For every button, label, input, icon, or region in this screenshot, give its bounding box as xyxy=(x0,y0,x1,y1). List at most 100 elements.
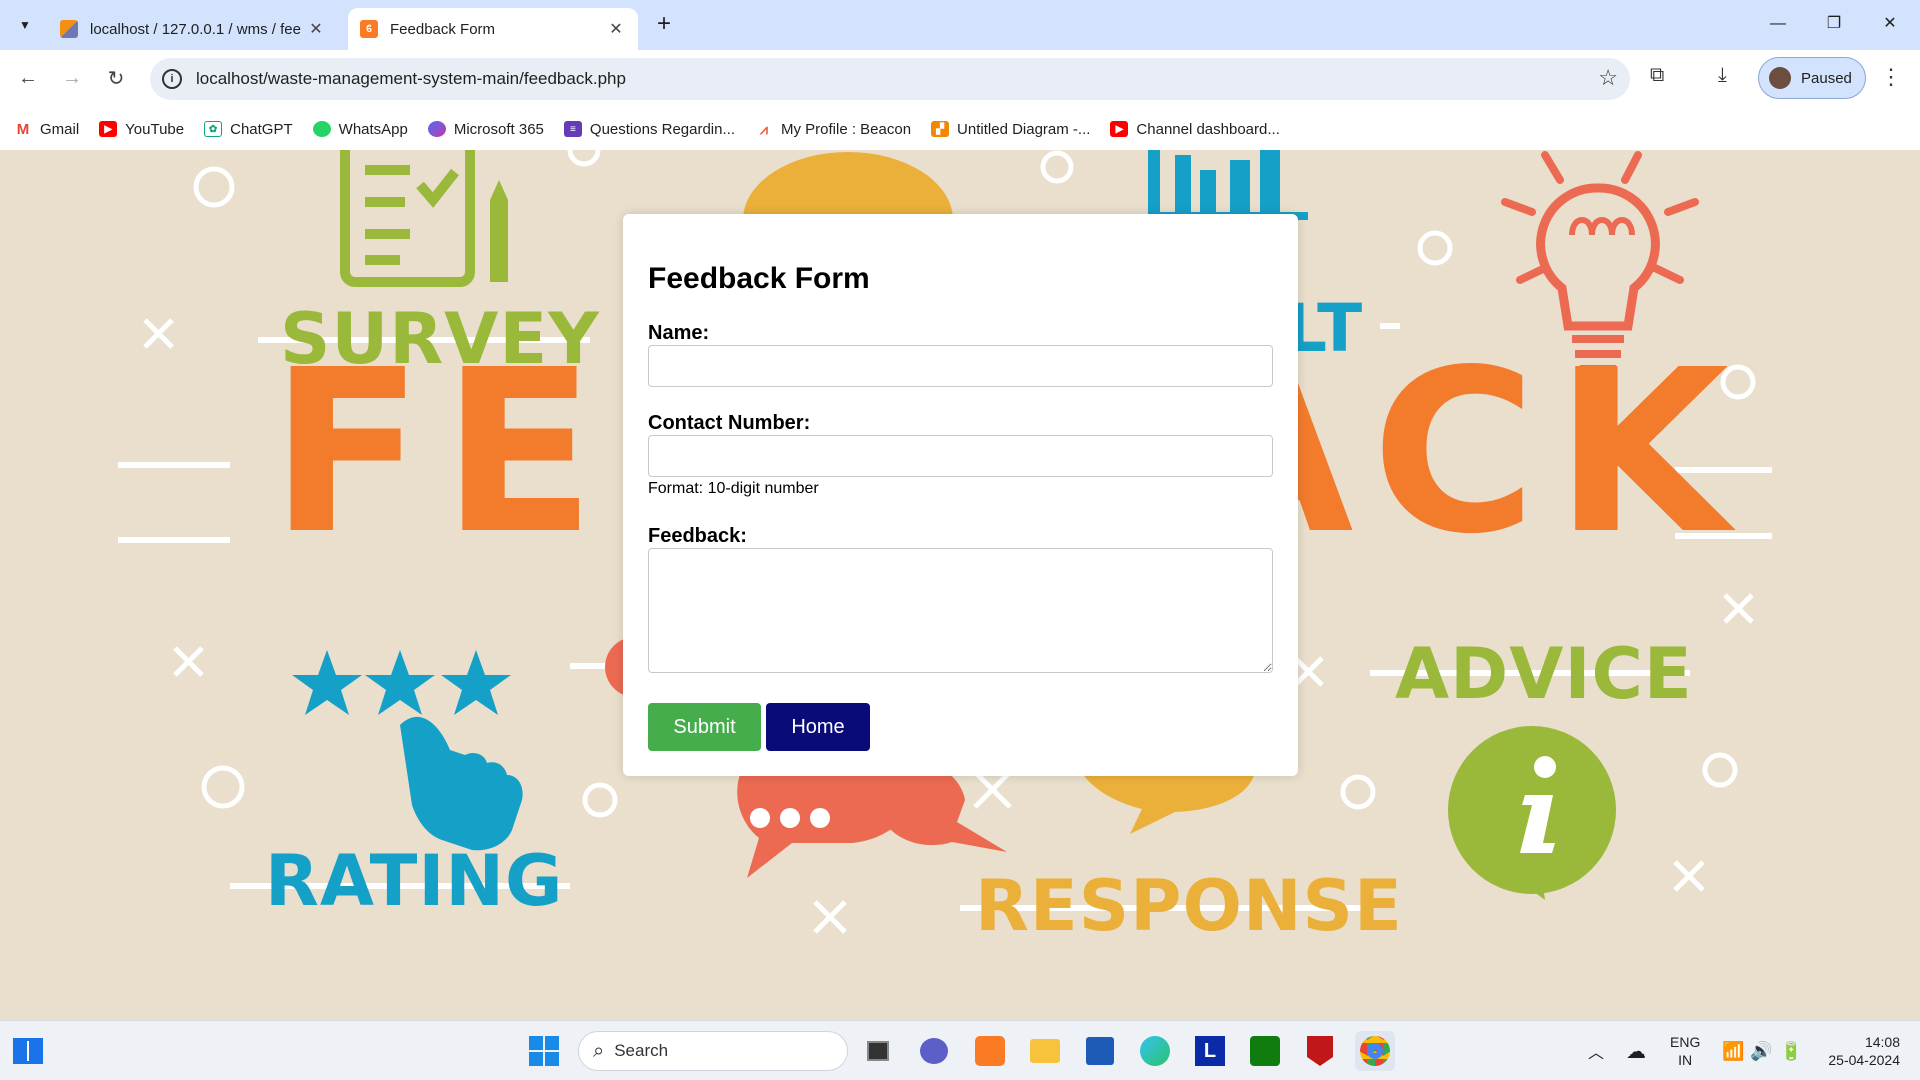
clock-time: 14:08 xyxy=(1864,1034,1900,1050)
clock-date: 25-04-2024 xyxy=(1828,1052,1900,1068)
tab-phpmyadmin[interactable]: localhost / 127.0.0.1 / wms / fee ✕ xyxy=(48,8,338,50)
microsoft-store-button[interactable] xyxy=(1080,1031,1120,1071)
search-placeholder: Search xyxy=(614,1041,669,1060)
download-icon[interactable]: ⤓ xyxy=(1718,64,1727,87)
edge-button[interactable] xyxy=(1135,1031,1175,1071)
onedrive-button[interactable]: ☁ xyxy=(1626,1021,1646,1080)
volume-button[interactable]: 🔊 xyxy=(1750,1021,1772,1080)
l-app-button[interactable]: L xyxy=(1190,1031,1230,1071)
feedback-label: Feedback: xyxy=(648,525,747,547)
bookmark-label: WhatsApp xyxy=(338,120,408,138)
wifi-icon: 📶 xyxy=(1722,1040,1745,1061)
bookmarks-bar: M Gmail ▶ YouTube ✿ ChatGPT WhatsApp Micros… xyxy=(0,108,1920,150)
whatsapp-icon xyxy=(312,121,331,137)
tab-feedback-form[interactable]: ϐ Feedback Form ✕ xyxy=(348,8,638,50)
more-menu-icon[interactable]: ⋮ xyxy=(1880,64,1902,90)
bar-chart-icon xyxy=(1148,150,1308,220)
bookmark-questions[interactable]: ≡ Questions Regardin... xyxy=(563,120,735,138)
name-label: Name: xyxy=(648,322,710,344)
bookmark-label: Gmail xyxy=(40,120,80,138)
language-label: ENG xyxy=(1670,1034,1701,1050)
chevron-up-icon: ︿ xyxy=(1588,1045,1605,1062)
chevron-down-icon: ▼ xyxy=(19,18,31,32)
tab-title: Feedback Form xyxy=(390,20,496,38)
profile-button[interactable]: Paused xyxy=(1758,57,1866,99)
bookmark-gmail[interactable]: M Gmail xyxy=(14,121,79,138)
bookmark-label: Questions Regardin... xyxy=(589,120,735,138)
form-title: Feedback Form xyxy=(648,262,870,295)
task-view-button[interactable] xyxy=(858,1031,898,1071)
start-button[interactable] xyxy=(524,1031,564,1071)
clock[interactable]: 14:08 25-04-2024 xyxy=(1822,1021,1900,1080)
contact-number-label: Contact Number: xyxy=(648,412,811,434)
bookmark-chatgpt[interactable]: ✿ ChatGPT xyxy=(204,121,293,138)
name-input[interactable] xyxy=(648,345,1273,387)
bg-word-response: RESPONSE xyxy=(975,865,1403,947)
tab-search-button[interactable]: ▼ xyxy=(10,10,40,40)
bookmark-channel-dashboard[interactable]: ▶ Channel dashboard... xyxy=(1110,121,1280,138)
bookmark-microsoft365[interactable]: Microsoft 365 xyxy=(427,121,544,138)
bookmark-star-icon[interactable]: ☆ xyxy=(1598,65,1618,91)
task-view-icon xyxy=(867,1041,889,1061)
site-info-icon[interactable]: i xyxy=(162,69,182,89)
chat-icon xyxy=(920,1038,948,1064)
reload-button[interactable]: ↻ xyxy=(98,60,134,96)
windows-taskbar: ⌕ Search L ︿ ☁ ENG IN 📶 🔊 🔋 14:08 25-04-… xyxy=(0,1020,1920,1080)
close-window-button[interactable]: ✕ xyxy=(1862,6,1918,42)
bookmark-youtube[interactable]: ▶ YouTube xyxy=(99,121,184,138)
tab-title: localhost / 127.0.0.1 / wms / fee xyxy=(90,20,301,38)
youtube-icon: ▶ xyxy=(99,121,118,137)
forms-icon: ≡ xyxy=(563,121,582,137)
bookmark-whatsapp[interactable]: WhatsApp xyxy=(312,120,408,138)
network-button[interactable]: 📶 xyxy=(1722,1021,1744,1080)
phpmyadmin-icon xyxy=(60,20,78,38)
arrow-left-icon: ← xyxy=(18,66,38,89)
battery-button[interactable]: 🔋 xyxy=(1780,1021,1802,1080)
bookmark-label: My Profile : Beacon xyxy=(780,120,912,138)
beacon-icon: ⩘ xyxy=(754,121,773,137)
drawio-icon: ▞ xyxy=(931,121,950,137)
chrome-taskbar-button[interactable] xyxy=(1355,1031,1395,1071)
folder-icon xyxy=(1030,1039,1060,1063)
reload-icon: ↻ xyxy=(107,67,125,90)
file-explorer-button[interactable] xyxy=(1025,1031,1065,1071)
contact-number-input[interactable] xyxy=(648,435,1273,477)
pencil-icon xyxy=(490,200,508,282)
l-app-icon: L xyxy=(1195,1036,1225,1066)
bookmark-drawio[interactable]: ▞ Untitled Diagram -... xyxy=(931,121,1090,138)
forward-button[interactable]: → xyxy=(54,60,90,96)
home-button[interactable]: Home xyxy=(766,703,870,751)
close-icon[interactable]: ✕ xyxy=(306,19,326,39)
bookmark-beacon[interactable]: ⩘ My Profile : Beacon xyxy=(754,120,912,138)
contact-format-hint: Format: 10-digit number xyxy=(648,480,819,497)
xampp-taskbar-button[interactable] xyxy=(970,1031,1010,1071)
extensions-icon[interactable]: ⧉ xyxy=(1650,64,1664,87)
chatgpt-icon: ✿ xyxy=(204,121,223,137)
address-bar[interactable]: i localhost/waste-management-system-main… xyxy=(150,58,1630,100)
minimize-button[interactable]: — xyxy=(1750,6,1806,42)
teams-chat-button[interactable] xyxy=(914,1031,954,1071)
language-indicator[interactable]: ENG IN xyxy=(1670,1021,1700,1080)
arrow-right-icon: → xyxy=(62,66,82,89)
new-tab-button[interactable]: + xyxy=(650,10,678,38)
widgets-button[interactable] xyxy=(8,1031,48,1071)
url-text[interactable]: localhost/waste-management-system-main/f… xyxy=(196,69,626,89)
xbox-icon xyxy=(1250,1036,1280,1066)
show-hidden-icons-button[interactable]: ︿ xyxy=(1588,1021,1604,1080)
bookmark-label: ChatGPT xyxy=(230,120,293,138)
taskbar-search[interactable]: ⌕ Search xyxy=(578,1031,848,1071)
bg-word-advice: ADVICE xyxy=(1395,633,1693,715)
close-icon[interactable]: ✕ xyxy=(606,19,626,39)
rating-stars-icon xyxy=(292,650,511,715)
back-button[interactable]: ← xyxy=(10,60,46,96)
mcafee-button[interactable] xyxy=(1300,1031,1340,1071)
avatar xyxy=(1769,67,1791,89)
windows-logo-icon xyxy=(529,1036,559,1066)
clipboard-icon xyxy=(340,150,475,287)
feedback-textarea[interactable] xyxy=(648,548,1273,673)
restore-button[interactable]: ❐ xyxy=(1806,6,1862,42)
mcafee-icon xyxy=(1307,1036,1333,1066)
xbox-button[interactable] xyxy=(1245,1031,1285,1071)
submit-button[interactable]: Submit xyxy=(648,703,761,751)
volume-icon: 🔊 xyxy=(1750,1040,1773,1061)
